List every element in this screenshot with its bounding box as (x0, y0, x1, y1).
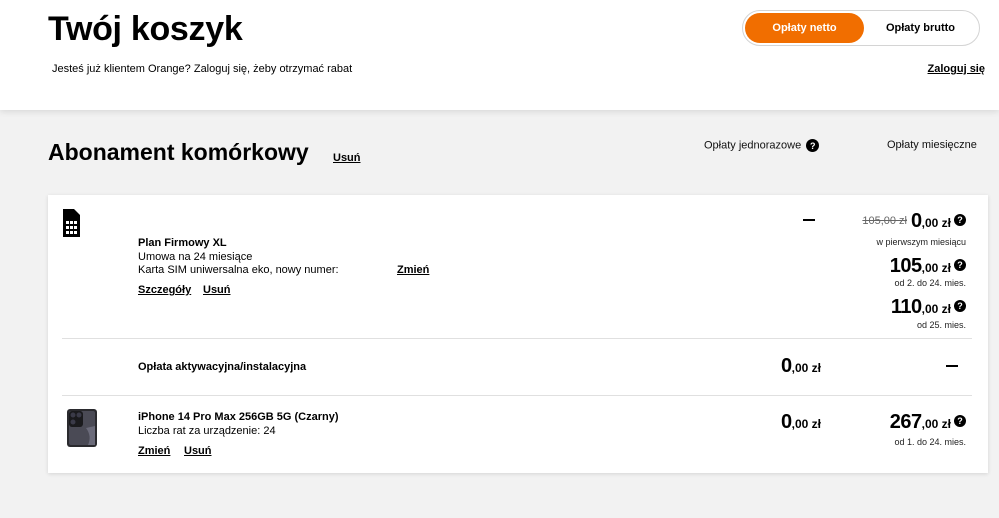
remove-subscription-link[interactable]: Usuń (333, 152, 361, 164)
device-monthly-note: od 1. do 24. mies. (894, 437, 966, 447)
login-prompt: Jesteś już klientem Orange? Zaloguj się,… (52, 63, 353, 75)
sim-card-icon (63, 209, 80, 237)
plan-sim: Karta SIM uniwersalna eko, nowy numer: (138, 264, 339, 276)
device-one-time-price: 0,00 zł (781, 411, 821, 433)
help-icon[interactable]: ? (954, 299, 966, 312)
help-icon[interactable]: ? (806, 139, 820, 152)
row-divider (62, 338, 972, 339)
section-title: Abonament komórkowy (48, 139, 309, 165)
one-time-fees-header: Opłaty jednorazowe? (704, 139, 820, 152)
gross-prices-option[interactable]: Opłaty brutto (864, 13, 977, 43)
activation-one-time-price: 0,00 zł (781, 355, 821, 377)
plan-contract: Umowa na 24 miesiące (138, 251, 253, 263)
old-price: 105,00 zł (862, 215, 908, 227)
phone-image (67, 409, 97, 447)
plan-monthly-note-3: od 25. mies. (916, 320, 966, 330)
plan-name: Plan Firmowy XL (138, 237, 227, 249)
plan-monthly-price-1: 105,00 zł 0,00 zł? (862, 210, 966, 233)
activation-fee-label: Opłata aktywacyjna/instalacyjna (138, 361, 307, 373)
device-installments: Liczba rat za urządzenie: 24 (138, 425, 276, 437)
row-divider (62, 395, 972, 396)
help-icon[interactable]: ? (954, 414, 966, 427)
device-remove-link[interactable]: Usuń (184, 445, 212, 457)
cart-card: Plan Firmowy XL Umowa na 24 miesiące Kar… (48, 195, 988, 473)
page-header: Twój koszyk Jesteś już klientem Orange? … (0, 0, 999, 110)
activation-monthly-none (946, 365, 958, 367)
device-change-link[interactable]: Zmień (138, 445, 170, 457)
plan-monthly-note-2: od 2. do 24. mies. (894, 278, 966, 288)
plan-one-time-none (803, 219, 815, 221)
page-title: Twój koszyk (48, 10, 243, 48)
one-time-fees-label: Opłaty jednorazowe (704, 139, 802, 152)
plan-remove-link[interactable]: Usuń (203, 284, 231, 296)
net-prices-option[interactable]: Opłaty netto (745, 13, 864, 43)
help-icon[interactable]: ? (954, 258, 966, 271)
plan-monthly-price-2: 105,00 zł? (890, 255, 966, 278)
plan-monthly-price-3: 110,00 zł? (891, 296, 966, 319)
plan-monthly-note-1: w pierwszym miesiącu (876, 237, 966, 247)
help-icon[interactable]: ? (954, 213, 966, 226)
plan-details-link[interactable]: Szczegóły (138, 284, 191, 296)
monthly-fees-header: Opłaty miesięczne (887, 139, 977, 151)
device-name: iPhone 14 Pro Max 256GB 5G (Czarny) (138, 411, 339, 423)
login-link[interactable]: Zaloguj się (928, 63, 985, 75)
change-number-link[interactable]: Zmień (397, 264, 429, 276)
price-type-toggle: Opłaty netto Opłaty brutto (742, 10, 980, 46)
device-monthly-price: 267,00 zł? (890, 411, 966, 434)
